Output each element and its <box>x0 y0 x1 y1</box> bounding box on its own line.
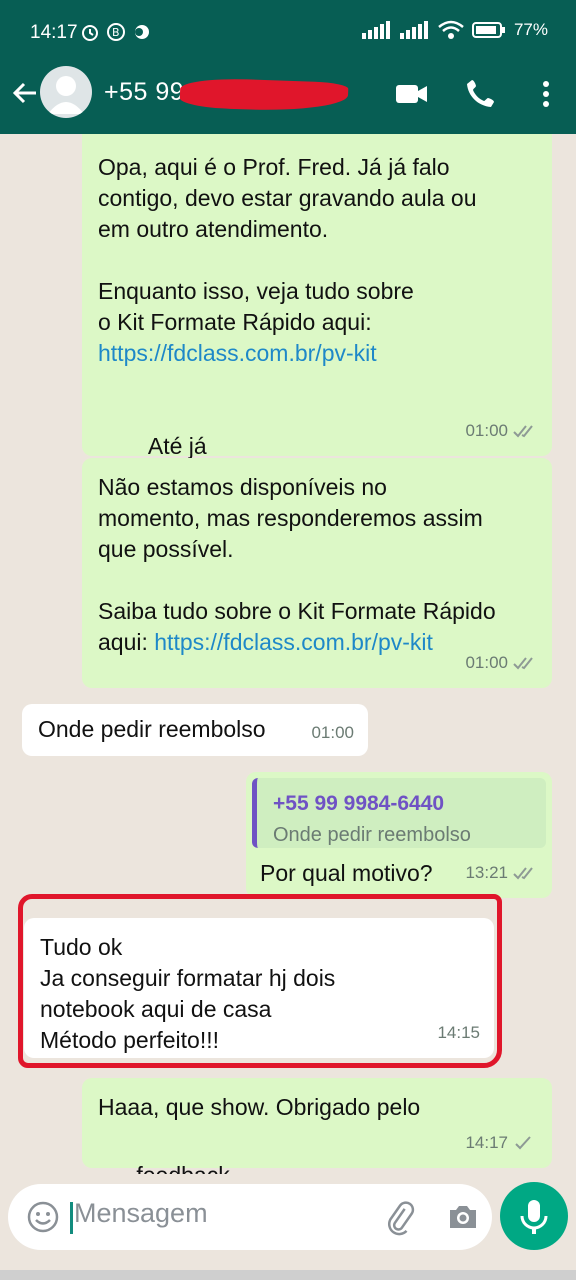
message-input-container[interactable]: Mensagem <box>8 1184 492 1250</box>
message-line: Saiba tudo sobre o Kit Formate Rápido <box>98 598 496 624</box>
signal-icon <box>361 21 390 39</box>
alarm-icon <box>82 25 98 41</box>
svg-text:B: B <box>112 26 120 39</box>
signal-2-icon <box>399 21 428 39</box>
phone-icon[interactable] <box>464 76 500 112</box>
video-call-icon[interactable] <box>394 76 430 112</box>
message-line: Opa, aqui é o Prof. Fred. Já já falo <box>98 154 450 180</box>
microphone-button[interactable] <box>500 1182 568 1250</box>
more-options-icon[interactable] <box>528 76 564 112</box>
wifi-icon <box>438 20 464 39</box>
back-arrow-icon[interactable] <box>10 78 40 108</box>
compose-bar: Mensagem <box>0 1174 576 1280</box>
message-line: em outro atendimento. <box>98 216 329 242</box>
message-meta: 13:21 <box>465 857 538 888</box>
microphone-icon <box>520 1200 548 1234</box>
single-check-icon <box>515 1135 531 1149</box>
default-avatar-icon <box>48 76 84 114</box>
message-input[interactable]: Mensagem <box>74 1198 208 1229</box>
message-line: Haaa, que show. Obrigado pelo <box>98 1094 421 1120</box>
message-time: 01:00 <box>465 421 508 440</box>
message-line-blank <box>98 245 536 276</box>
redaction-mark <box>179 77 349 113</box>
message-time: 13:21 <box>465 863 508 882</box>
status-bar: 14:17 B 77% <box>0 0 576 66</box>
quoted-message[interactable]: +55 99 9984-6440 Onde pedir reembolso <box>252 778 546 848</box>
message-link[interactable]: https://fdclass.com.br/pv-kit <box>154 629 433 655</box>
battery-icon <box>471 22 505 38</box>
message-bubble-outgoing[interactable]: Não estamos disponíveis no momento, mas … <box>82 458 552 688</box>
message-line: que possível. <box>98 536 234 562</box>
message-time: 01:00 <box>311 723 354 742</box>
message-link[interactable]: https://fdclass.com.br/pv-kit <box>98 338 536 369</box>
camera-icon[interactable] <box>444 1198 482 1236</box>
status-time: 14:17 <box>30 22 78 43</box>
message-line: contigo, devo estar gravando aula ou <box>98 185 477 211</box>
status-right: 77% <box>361 20 548 40</box>
quoted-author: +55 99 9984-6440 <box>273 792 445 815</box>
message-line: momento, mas responderemos assim <box>98 505 483 531</box>
message-bubble-outgoing[interactable]: +55 99 9984-6440 Onde pedir reembolso Po… <box>246 772 552 898</box>
message-bubble-incoming[interactable]: Onde pedir reembolso 01:00 <box>22 704 368 756</box>
message-line: o Kit Formate Rápido aqui: <box>98 309 372 335</box>
message-time: 14:17 <box>465 1133 508 1152</box>
emoji-icon[interactable] <box>26 1200 60 1234</box>
message-text: Por qual motivo? <box>260 860 433 886</box>
message-line-blank <box>98 369 536 400</box>
quoted-text: Onde pedir reembolso <box>273 824 471 846</box>
b-badge-icon: B <box>107 23 125 41</box>
link-prefix: aqui: <box>98 629 155 655</box>
message-line: Não estamos disponíveis no <box>98 474 387 500</box>
data-saver-icon <box>135 25 149 39</box>
message-line: Enquanto isso, veja tudo sobre <box>98 278 414 304</box>
message-meta: 01:00 <box>465 415 538 446</box>
double-check-icon <box>513 656 533 669</box>
double-check-icon <box>513 424 533 437</box>
avatar[interactable] <box>40 66 92 118</box>
message-meta: 01:00 <box>311 717 354 748</box>
message-tail-text: Até já <box>147 433 207 459</box>
paperclip-icon[interactable] <box>380 1198 418 1236</box>
message-tail-text: feedback <box>136 1162 229 1174</box>
message-bubble-outgoing[interactable]: Haaa, que show. Obrigado pelo feedback 1… <box>82 1078 552 1174</box>
message-meta: 14:17 <box>465 1127 538 1158</box>
text-cursor <box>70 1202 73 1234</box>
red-highlight-outline <box>18 894 502 1068</box>
message-bubble-outgoing[interactable]: Opa, aqui é o Prof. Fred. Já já falo con… <box>82 134 552 494</box>
system-navigation-bar <box>0 1270 576 1280</box>
message-time: 01:00 <box>465 653 508 672</box>
chat-area[interactable]: Opa, aqui é o Prof. Fred. Já já falo con… <box>0 134 576 1174</box>
chat-header: +55 99 9 <box>0 66 576 134</box>
status-icons: B <box>80 22 152 42</box>
battery-percent: 77% <box>513 20 548 39</box>
message-text: Onde pedir reembolso <box>38 716 266 742</box>
message-line-blank <box>98 565 536 596</box>
message-meta: 01:00 <box>465 647 538 678</box>
double-check-icon <box>513 866 533 879</box>
